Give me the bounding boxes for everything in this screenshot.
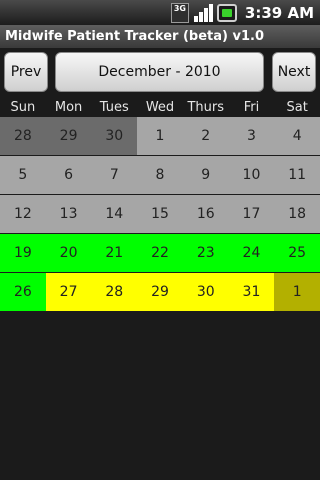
calendar-day-cell[interactable]: 29 (45, 117, 92, 155)
status-clock: 3:39 AM (244, 3, 314, 22)
calendar-day-cell[interactable]: 27 (45, 273, 92, 311)
weekday-sat: Sat (286, 100, 308, 115)
calendar-day-cell[interactable]: 26 (0, 273, 46, 311)
calendar-day-cell[interactable]: 8 (137, 156, 183, 194)
network-3g-icon: 3G (170, 2, 189, 23)
calendar-week-row: 28 29 30 1 2 3 4 (0, 117, 320, 155)
calendar-day-cell[interactable]: 30 (182, 273, 229, 311)
calendar-day-cell[interactable]: 1 (137, 117, 183, 155)
calendar-day-cell[interactable]: 23 (182, 234, 229, 272)
calendar-day-cell[interactable]: 14 (91, 195, 138, 233)
calendar-day-cell[interactable]: 31 (228, 273, 275, 311)
calendar-week-row: 19 20 21 22 23 24 25 (0, 234, 320, 272)
month-button[interactable]: December - 2010 (55, 52, 264, 92)
calendar-week-row: 12 13 14 15 16 17 18 (0, 195, 320, 233)
weekday-tue: Tues (99, 100, 129, 115)
weekday-thu: Thurs (187, 100, 224, 115)
calendar-day-cell[interactable]: 7 (91, 156, 138, 194)
calendar-day-cell[interactable]: 3 (228, 117, 275, 155)
calendar-day-cell[interactable]: 20 (45, 234, 92, 272)
calendar-day-cell[interactable]: 9 (182, 156, 229, 194)
calendar-day-cell[interactable]: 1 (274, 273, 320, 311)
calendar-day-cell[interactable]: 6 (45, 156, 92, 194)
calendar-day-cell[interactable]: 28 (0, 117, 46, 155)
signal-icon (193, 3, 213, 23)
calendar-day-cell[interactable]: 2 (182, 117, 229, 155)
calendar-day-cell[interactable]: 24 (228, 234, 275, 272)
calendar-day-cell[interactable]: 22 (137, 234, 183, 272)
weekday-fri: Fri (243, 100, 260, 115)
weekday-wed: Wed (145, 100, 175, 115)
app-title: Midwife Patient Tracker (beta) v1.0 (0, 25, 320, 48)
calendar-day-cell[interactable]: 12 (0, 195, 46, 233)
next-button[interactable]: Next (272, 52, 316, 92)
prev-button[interactable]: Prev (4, 52, 48, 92)
weekday-sun: Sun (10, 100, 36, 115)
calendar-day-cell[interactable]: 5 (0, 156, 46, 194)
calendar-day-cell[interactable]: 19 (0, 234, 46, 272)
calendar-day-cell[interactable]: 17 (228, 195, 275, 233)
calendar-week-row: 26 27 28 29 30 31 1 (0, 273, 320, 311)
calendar-day-cell[interactable]: 28 (91, 273, 138, 311)
status-bar: 3G 3:39 AM (0, 0, 320, 25)
calendar-day-cell[interactable]: 16 (182, 195, 229, 233)
weekday-mon: Mon (54, 100, 83, 115)
calendar-day-cell[interactable]: 11 (274, 156, 320, 194)
calendar-day-cell[interactable]: 21 (91, 234, 138, 272)
battery-icon (216, 3, 237, 22)
month-nav: Prev December - 2010 Next (0, 48, 320, 98)
calendar-day-cell[interactable]: 30 (91, 117, 138, 155)
calendar-day-cell[interactable]: 4 (274, 117, 320, 155)
weekday-header: Sun Mon Tues Wed Thurs Fri Sat (0, 98, 320, 118)
calendar-day-cell[interactable]: 13 (45, 195, 92, 233)
calendar-week-row: 5 6 7 8 9 10 11 (0, 156, 320, 194)
calendar-grid: 28 29 30 1 2 3 4 5 6 7 8 9 10 11 12 13 14 15 16 17 18 19 20 21 2… (0, 117, 320, 312)
calendar-day-cell[interactable]: 15 (137, 195, 183, 233)
calendar-day-cell[interactable]: 18 (274, 195, 320, 233)
calendar-day-cell[interactable]: 25 (274, 234, 320, 272)
calendar-day-cell[interactable]: 29 (137, 273, 183, 311)
calendar-day-cell[interactable]: 10 (228, 156, 275, 194)
